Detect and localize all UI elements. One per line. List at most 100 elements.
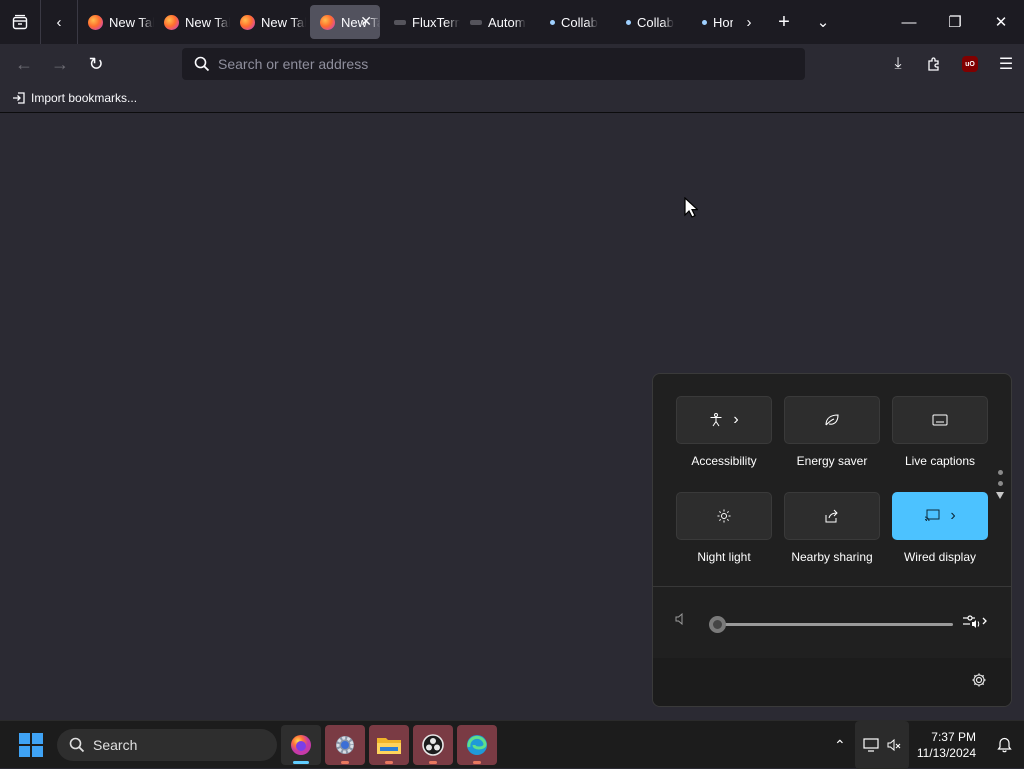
taskbar-app-settings[interactable] bbox=[325, 725, 365, 765]
tab-3[interactable]: New Tab✕ bbox=[310, 5, 380, 39]
chevron-left-icon: ‹ bbox=[56, 13, 62, 31]
sound-output-button[interactable] bbox=[961, 613, 989, 632]
tab-label: Autom bbox=[488, 14, 526, 30]
tab-label: FluxTerm bbox=[412, 14, 460, 30]
bell-icon bbox=[996, 737, 1012, 753]
quick-settings-footer bbox=[653, 658, 1011, 706]
quick-setting-label: Night light bbox=[697, 550, 751, 564]
mouse-cursor-icon bbox=[684, 197, 698, 218]
quick-setting-live-captions: Live captions bbox=[892, 396, 988, 468]
chevron-down-icon: ⌄ bbox=[816, 14, 830, 31]
url-bar[interactable] bbox=[182, 48, 805, 80]
firefox-view-button[interactable] bbox=[0, 0, 40, 44]
page-icon bbox=[394, 19, 406, 25]
dot-icon bbox=[626, 19, 631, 25]
quick-setting-label: Wired display bbox=[903, 550, 977, 564]
volume-thumb[interactable] bbox=[709, 616, 726, 633]
tab-8[interactable]: Home bbox=[688, 5, 733, 39]
tab-7[interactable]: Collab bbox=[612, 5, 688, 39]
tab-2[interactable]: New Tab bbox=[230, 5, 306, 39]
quick-setting-toggle[interactable] bbox=[676, 492, 772, 540]
quick-settings-panel: › Accessibility Energy saver Live captions N… bbox=[652, 373, 1012, 707]
search-icon bbox=[194, 56, 210, 72]
settings-button[interactable] bbox=[971, 672, 987, 692]
downloads-button[interactable]: ⤓ bbox=[880, 44, 916, 84]
tab-0[interactable]: New Tab bbox=[78, 5, 154, 39]
volume-muted-icon bbox=[887, 738, 901, 752]
clock-time: 7:37 PM bbox=[931, 730, 976, 744]
extensions-button[interactable] bbox=[916, 44, 952, 84]
back-button[interactable]: ← bbox=[6, 48, 42, 80]
list-all-tabs-button[interactable]: ⌄ bbox=[803, 0, 843, 44]
edge-icon bbox=[467, 735, 487, 755]
bookmarks-toolbar: Import bookmarks... bbox=[0, 84, 1024, 113]
quick-setting-toggle[interactable]: › bbox=[892, 492, 988, 540]
reload-button[interactable]: ↻ bbox=[78, 48, 114, 80]
scroll-tabs-right-button[interactable]: › bbox=[733, 0, 765, 44]
speaker-muted-icon[interactable] bbox=[675, 612, 687, 628]
volume-slider[interactable] bbox=[709, 616, 953, 633]
close-window-button[interactable]: ✕ bbox=[978, 0, 1024, 44]
arrow-left-icon: ← bbox=[15, 53, 33, 74]
arrow-right-icon: → bbox=[51, 53, 69, 74]
tab-label: Collab bbox=[561, 14, 598, 30]
new-tab-button[interactable]: + bbox=[765, 0, 803, 44]
taskbar-app-firefox[interactable] bbox=[281, 725, 321, 765]
forward-button[interactable]: → bbox=[42, 48, 78, 80]
maximize-button[interactable]: ❐ bbox=[932, 0, 978, 44]
start-button[interactable] bbox=[19, 733, 43, 757]
tab-4[interactable]: FluxTerm bbox=[384, 5, 460, 39]
page-indicator[interactable] bbox=[996, 470, 1004, 499]
settings-gear-icon bbox=[336, 736, 354, 754]
firefox-icon bbox=[240, 14, 255, 30]
firefox-icon bbox=[88, 14, 103, 30]
tab-6[interactable]: Collab bbox=[536, 5, 612, 39]
tab-bar: ‹ New TabNew TabNew TabNew Tab✕FluxTermA… bbox=[0, 0, 1024, 44]
plus-icon: + bbox=[778, 10, 790, 33]
import-bookmarks-label: Import bookmarks... bbox=[31, 91, 138, 105]
quick-setting-toggle[interactable] bbox=[784, 492, 880, 540]
network-volume-button[interactable] bbox=[854, 721, 909, 769]
tab-1[interactable]: New Tab bbox=[154, 5, 230, 39]
obs-icon bbox=[422, 734, 444, 756]
search-label: Search bbox=[93, 737, 138, 753]
cast-icon bbox=[924, 509, 940, 523]
tab-5[interactable]: Autom bbox=[460, 5, 536, 39]
tab-label: New Tab bbox=[185, 14, 230, 30]
download-icon: ⤓ bbox=[894, 55, 902, 72]
tab-label: Home bbox=[713, 14, 733, 30]
chevron-right-icon: › bbox=[746, 13, 752, 31]
system-tray: ⌃ 7:37 PM 11/13/2024 bbox=[825, 721, 1024, 769]
app-menu-button[interactable]: ☰ bbox=[988, 44, 1024, 84]
folder-icon bbox=[377, 738, 401, 754]
tab-list: New TabNew TabNew TabNew Tab✕FluxTermAut… bbox=[78, 0, 733, 44]
clock-date: 11/13/2024 bbox=[916, 746, 976, 760]
import-bookmarks-button[interactable]: Import bookmarks... bbox=[12, 91, 137, 105]
show-hidden-icons-button[interactable]: ⌃ bbox=[825, 721, 855, 769]
ublock-origin-button[interactable]: uO bbox=[952, 44, 988, 84]
quick-setting-night-light: Night light bbox=[676, 492, 772, 564]
taskbar-app-obs[interactable] bbox=[413, 725, 453, 765]
chevron-up-icon: ⌃ bbox=[833, 736, 846, 753]
restore-icon: ❐ bbox=[948, 14, 962, 31]
notifications-button[interactable] bbox=[984, 721, 1024, 769]
leaf-icon bbox=[824, 413, 840, 427]
chevron-right-icon[interactable]: › bbox=[733, 411, 738, 429]
quick-setting-energy-saver: Energy saver bbox=[784, 396, 880, 468]
quick-setting-label: Energy saver bbox=[796, 454, 868, 468]
import-icon bbox=[13, 92, 25, 104]
chevron-right-icon[interactable]: › bbox=[950, 507, 955, 525]
clock[interactable]: 7:37 PM 11/13/2024 bbox=[909, 729, 984, 761]
quick-setting-toggle[interactable]: › bbox=[676, 396, 772, 444]
quick-setting-toggle[interactable] bbox=[892, 396, 988, 444]
taskbar-app-edge[interactable] bbox=[457, 725, 497, 765]
close-tab-icon[interactable]: ✕ bbox=[360, 13, 372, 30]
url-input[interactable] bbox=[218, 56, 778, 72]
quick-setting-toggle[interactable] bbox=[784, 396, 880, 444]
dot-icon bbox=[550, 19, 555, 25]
minimize-icon: — bbox=[901, 13, 917, 31]
taskbar-app-file-explorer[interactable] bbox=[369, 725, 409, 765]
minimize-button[interactable]: — bbox=[886, 0, 932, 44]
taskbar-search[interactable]: Search bbox=[57, 729, 277, 761]
scroll-tabs-left-button[interactable]: ‹ bbox=[41, 0, 77, 44]
